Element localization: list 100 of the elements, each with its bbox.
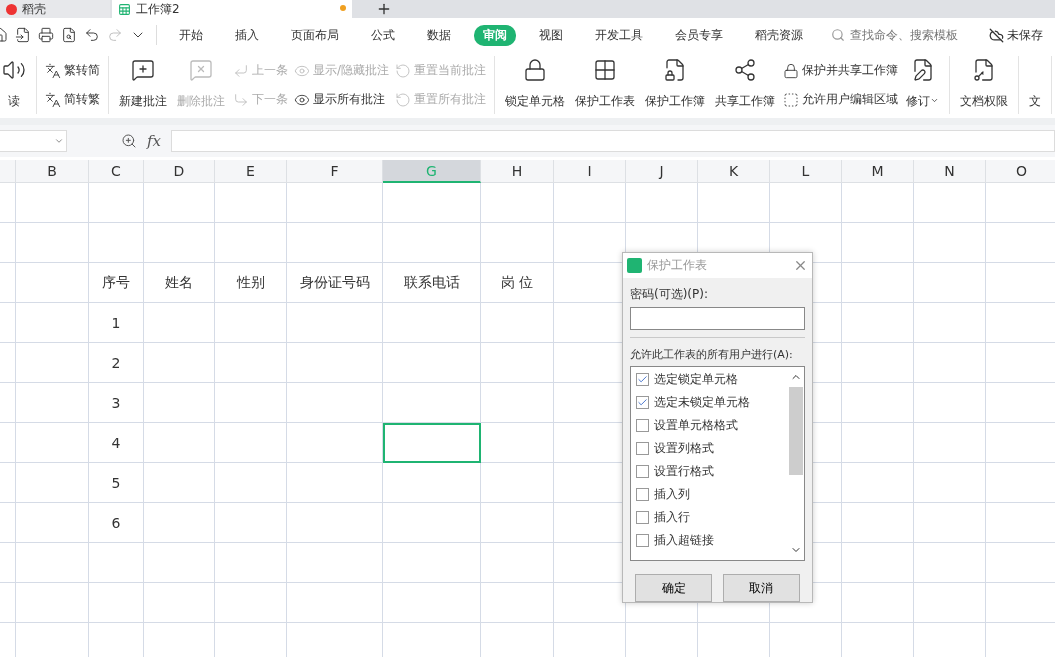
ribbon-button[interactable]: 新建批注	[117, 56, 169, 114]
table-cell	[914, 503, 986, 543]
table-cell	[144, 223, 215, 263]
column-header[interactable]: H	[481, 160, 554, 183]
permission-option[interactable]: 插入行	[636, 508, 783, 527]
table-cell	[914, 423, 986, 463]
column-header[interactable]: O	[986, 160, 1055, 183]
checkbox[interactable]	[636, 511, 649, 524]
menu-tab[interactable]: 页面布局	[282, 24, 348, 46]
table-cell	[0, 463, 16, 503]
checkbox[interactable]	[636, 442, 649, 455]
app-icon	[6, 3, 17, 15]
ribbon-button[interactable]: 锁定单元格	[503, 56, 568, 114]
column-header[interactable]: N	[914, 160, 986, 183]
preview-icon[interactable]	[61, 27, 77, 43]
table-cell	[842, 583, 914, 623]
table-cell	[0, 303, 16, 343]
menu-tab[interactable]: 开始	[170, 24, 212, 46]
permission-option[interactable]: 设置单元格格式	[636, 416, 783, 435]
ribbon-button[interactable]: 文档权限	[958, 56, 1011, 114]
zoom-icon[interactable]	[121, 133, 137, 149]
table-cell	[914, 343, 986, 383]
permission-option[interactable]: 选定未锁定单元格	[636, 393, 783, 412]
password-field[interactable]	[630, 307, 805, 330]
table-cell	[0, 223, 16, 263]
scrollbar-thumb[interactable]	[789, 387, 803, 475]
save-status: 未保存	[1007, 26, 1043, 44]
menu-tab[interactable]: 会员专享	[666, 24, 732, 46]
lock-icon	[523, 58, 548, 82]
menu-tab[interactable]: 开发工具	[586, 24, 652, 46]
ribbon-button[interactable]: 修订	[904, 56, 942, 114]
column-header[interactable]: C	[89, 160, 144, 183]
ribbon-button[interactable]: 简转繁	[45, 91, 100, 108]
checkbox[interactable]	[636, 534, 649, 547]
ribbon-button[interactable]: 显示所有批注	[294, 91, 390, 108]
column-header[interactable]: K	[698, 160, 770, 183]
table-cell	[0, 583, 16, 623]
menu-tab[interactable]: 公式	[362, 24, 404, 46]
table-cell	[0, 183, 16, 223]
table-cell: 岗 位	[481, 263, 554, 303]
table-cell	[89, 183, 144, 223]
checkbox[interactable]	[636, 373, 649, 386]
ribbon-button[interactable]: 共享工作簿	[713, 56, 778, 114]
table-cell	[0, 423, 16, 463]
new-tab-icon[interactable]	[376, 1, 392, 17]
ribbon-button[interactable]: 繁转简	[45, 62, 100, 79]
menu-tab[interactable]: 稻壳资源	[746, 24, 812, 46]
column-header[interactable]: E	[215, 160, 287, 183]
column-header[interactable]: B	[16, 160, 89, 183]
column-header[interactable]: I	[554, 160, 626, 183]
formula-field[interactable]	[171, 130, 1055, 152]
table-cell	[144, 183, 215, 223]
permission-option[interactable]: 插入列	[636, 485, 783, 504]
permission-option[interactable]: 设置列格式	[636, 439, 783, 458]
dialog-button[interactable]: 确定	[635, 574, 713, 602]
export-icon[interactable]	[15, 27, 31, 43]
undo-icon[interactable]	[84, 27, 100, 43]
translate-icon	[45, 62, 61, 79]
checkbox[interactable]	[636, 488, 649, 501]
column-header[interactable]: M	[842, 160, 914, 183]
redo-icon[interactable]	[107, 27, 123, 43]
close-icon[interactable]	[793, 258, 808, 273]
table-cell: 性别	[215, 263, 287, 303]
print-icon[interactable]	[38, 27, 54, 43]
document-tab[interactable]: 工作簿2	[112, 0, 352, 18]
ribbon-button[interactable]: 保护工作簿	[643, 56, 708, 114]
table-cell	[144, 343, 215, 383]
column-header[interactable]: F	[287, 160, 383, 183]
column-header[interactable]: J	[626, 160, 698, 183]
column-header[interactable]: L	[770, 160, 842, 183]
table-cell	[842, 423, 914, 463]
table-cell	[89, 223, 144, 263]
permission-option[interactable]: 插入超链接	[636, 531, 783, 550]
ribbon-button[interactable]: 保护并共享工作簿	[783, 62, 899, 79]
table-cell: 姓名	[144, 263, 215, 303]
permission-option[interactable]: 选定锁定单元格	[636, 370, 783, 389]
menu-tab[interactable]: 数据	[418, 24, 460, 46]
arrow-right-icon	[233, 91, 249, 108]
checkbox[interactable]	[636, 419, 649, 432]
password-label: 密码(可选)(P):	[630, 286, 709, 303]
table-cell	[144, 543, 215, 583]
ribbon-button[interactable]: 读	[0, 56, 28, 114]
checkbox[interactable]	[636, 465, 649, 478]
menu-tab[interactable]: 插入	[226, 24, 268, 46]
checkbox[interactable]	[636, 396, 649, 409]
ribbon-button[interactable]: 保护工作表	[573, 56, 638, 114]
permission-option[interactable]: 设置行格式	[636, 462, 783, 481]
table-cell: 序号	[89, 263, 144, 303]
dialog-button[interactable]: 取消	[722, 574, 800, 602]
table-cell	[0, 263, 16, 303]
table-cell	[842, 303, 914, 343]
ribbon-button[interactable]: 文	[1027, 56, 1044, 114]
menu-tab[interactable]: 视图	[530, 24, 572, 46]
table-cell	[0, 383, 16, 423]
table-cell	[0, 503, 16, 543]
document-tab[interactable]: 稻壳	[0, 0, 110, 18]
table-cell	[842, 343, 914, 383]
table-cell	[144, 303, 215, 343]
ribbon-button[interactable]: 允许用户编辑区域	[783, 91, 899, 108]
column-header[interactable]: D	[144, 160, 215, 183]
